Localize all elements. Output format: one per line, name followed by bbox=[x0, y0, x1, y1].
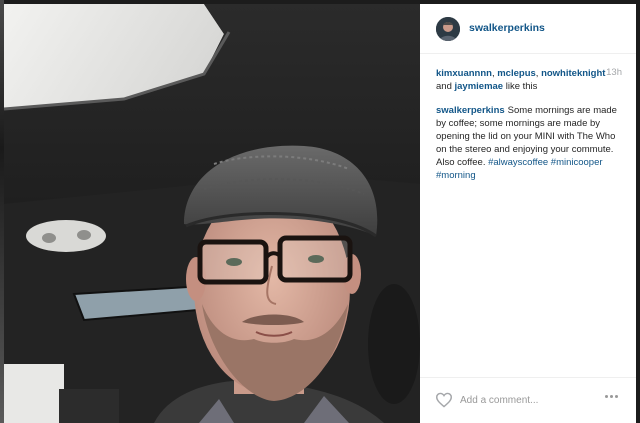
liker-link[interactable]: jaymiemae bbox=[455, 81, 504, 92]
likes-separator: and bbox=[436, 81, 455, 92]
likes-suffix: like this bbox=[503, 81, 538, 92]
post-author-username[interactable]: swalkerperkins bbox=[469, 22, 545, 34]
selfie-photo-image bbox=[4, 4, 420, 423]
comment-bar bbox=[420, 377, 636, 423]
liker-link[interactable]: kimxuannnn bbox=[436, 68, 492, 79]
avatar[interactable] bbox=[436, 17, 460, 41]
post-header: swalkerperkins bbox=[420, 4, 636, 54]
post-caption: swalkerperkins Some mornings are made by … bbox=[436, 104, 618, 182]
hashtag-link[interactable]: #morning bbox=[436, 170, 476, 181]
caption-author-link[interactable]: swalkerperkins bbox=[436, 105, 505, 116]
heart-outline-icon[interactable] bbox=[435, 392, 453, 408]
avatar-image bbox=[436, 17, 460, 41]
more-options-icon[interactable] bbox=[604, 395, 622, 405]
post-timestamp[interactable]: 13h bbox=[606, 67, 622, 78]
post-details-panel: swalkerperkins kimxuannnn, mclepus, nowh… bbox=[420, 4, 636, 423]
likes-summary: kimxuannnn, mclepus, nowhiteknight and j… bbox=[436, 67, 622, 93]
post-photo[interactable] bbox=[4, 4, 420, 423]
hashtag-link[interactable]: #alwayscoffee bbox=[488, 157, 548, 168]
liker-link[interactable]: mclepus bbox=[497, 68, 536, 79]
comment-input[interactable] bbox=[460, 392, 590, 408]
hashtag-link[interactable]: #minicooper bbox=[551, 157, 603, 168]
liker-link[interactable]: nowhiteknight bbox=[541, 68, 605, 79]
